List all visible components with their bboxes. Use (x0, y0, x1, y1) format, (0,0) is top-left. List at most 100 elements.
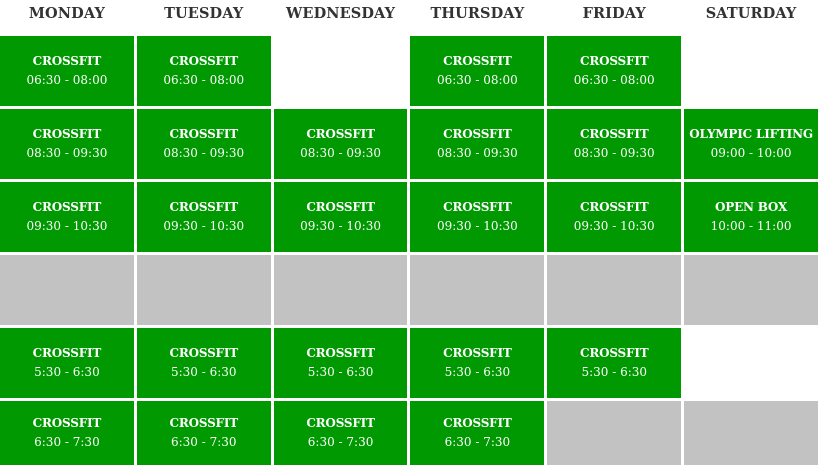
class-slot-monday[interactable]: CROSSFIT 08:30 - 09:30 (0, 109, 134, 179)
class-time: 5:30 - 6:30 (581, 365, 648, 379)
class-name: CROSSFIT (443, 416, 512, 430)
class-name: CROSSFIT (169, 127, 238, 141)
empty-slot-saturday (684, 36, 818, 106)
class-time: 10:00 - 11:00 (710, 219, 792, 233)
class-time: 06:30 - 08:00 (26, 73, 108, 87)
class-slot-tuesday[interactable]: CROSSFIT 09:30 - 10:30 (136, 182, 271, 252)
blocked-slot-monday (0, 255, 134, 325)
class-slot-tuesday[interactable]: CROSSFIT 08:30 - 09:30 (136, 109, 271, 179)
class-time: 09:30 - 10:30 (26, 219, 108, 233)
class-time: 5:30 - 6:30 (307, 365, 374, 379)
class-name: CROSSFIT (443, 200, 512, 214)
blocked-slot-wednesday (273, 255, 408, 325)
schedule-row: CROSSFIT 5:30 - 6:30 CROSSFIT 5:30 - 6:30 CR… (0, 328, 818, 398)
class-slot-friday[interactable]: CROSSFIT 06:30 - 08:00 (547, 36, 682, 106)
class-time: 6:30 - 7:30 (34, 435, 100, 449)
empty-slot-saturday (684, 328, 818, 398)
class-slot-saturday[interactable]: OLYMPIC LIFTING 09:00 - 10:00 (684, 109, 818, 179)
schedule-row (0, 255, 818, 325)
day-header-saturday: SATURDAY (705, 5, 797, 22)
class-time: 08:30 - 09:30 (163, 146, 245, 160)
blocked-slot-thursday (410, 255, 545, 325)
day-header-tuesday: TUESDAY (164, 5, 244, 22)
class-time: 08:30 - 09:30 (26, 146, 108, 160)
class-name: CROSSFIT (443, 54, 512, 68)
class-slot-wednesday[interactable]: CROSSFIT 08:30 - 09:30 (273, 109, 408, 179)
day-header-friday: FRIDAY (582, 5, 646, 22)
class-slot-friday[interactable]: CROSSFIT 5:30 - 6:30 (547, 328, 682, 398)
class-slot-wednesday[interactable]: CROSSFIT 6:30 - 7:30 (273, 401, 408, 465)
class-time: 09:30 - 10:30 (163, 219, 245, 233)
class-slot-wednesday[interactable]: CROSSFIT 5:30 - 6:30 (273, 328, 408, 398)
class-slot-thursday[interactable]: CROSSFIT 6:30 - 7:30 (410, 401, 545, 465)
class-slot-wednesday[interactable]: CROSSFIT 09:30 - 10:30 (273, 182, 408, 252)
class-time: 06:30 - 08:00 (163, 73, 245, 87)
class-name: CROSSFIT (579, 54, 649, 68)
blocked-slot-friday (547, 401, 682, 465)
schedule-row: CROSSFIT 08:30 - 09:30 CROSSFIT 08:30 - 09:… (0, 109, 818, 179)
schedule-row: CROSSFIT 6:30 - 7:30 CROSSFIT 6:30 - 7:30 CR… (0, 401, 818, 465)
class-name: CROSSFIT (579, 346, 649, 360)
class-slot-tuesday[interactable]: CROSSFIT 06:30 - 08:00 (136, 36, 271, 106)
class-time: 6:30 - 7:30 (444, 435, 511, 449)
class-name: CROSSFIT (32, 346, 102, 360)
class-time: 09:30 - 10:30 (436, 219, 518, 233)
class-name: CROSSFIT (32, 127, 102, 141)
class-slot-tuesday[interactable]: CROSSFIT 5:30 - 6:30 (136, 328, 271, 398)
class-time: 06:30 - 08:00 (573, 73, 655, 87)
class-name: OPEN BOX (715, 200, 788, 214)
blocked-slot-tuesday (136, 255, 271, 325)
class-time: 5:30 - 6:30 (34, 365, 100, 379)
class-name: CROSSFIT (443, 127, 512, 141)
class-name: CROSSFIT (32, 54, 102, 68)
blocked-slot-saturday (684, 255, 818, 325)
schedule-grid: CROSSFIT 06:30 - 08:00 CROSSFIT 06:30 - 08:… (0, 36, 818, 465)
day-header-wednesday: WEDNESDAY (286, 5, 396, 22)
class-name: CROSSFIT (306, 127, 375, 141)
class-time: 09:30 - 10:30 (573, 219, 655, 233)
class-time: 6:30 - 7:30 (170, 435, 237, 449)
class-name: CROSSFIT (306, 200, 375, 214)
class-name: CROSSFIT (579, 200, 649, 214)
class-name: CROSSFIT (579, 127, 649, 141)
class-slot-thursday[interactable]: CROSSFIT 09:30 - 10:30 (410, 182, 545, 252)
class-slot-monday[interactable]: CROSSFIT 09:30 - 10:30 (0, 182, 134, 252)
day-header-thursday: THURSDAY (430, 5, 525, 22)
class-name: CROSSFIT (169, 416, 238, 430)
class-slot-thursday[interactable]: CROSSFIT 06:30 - 08:00 (410, 36, 545, 106)
class-name: CROSSFIT (169, 346, 238, 360)
class-time: 09:30 - 10:30 (300, 219, 381, 233)
class-slot-friday[interactable]: CROSSFIT 08:30 - 09:30 (547, 109, 682, 179)
class-name: CROSSFIT (306, 346, 375, 360)
class-time: 08:30 - 09:30 (436, 146, 518, 160)
class-time: 6:30 - 7:30 (307, 435, 374, 449)
class-time: 09:00 - 10:00 (710, 146, 792, 160)
class-slot-thursday[interactable]: CROSSFIT 08:30 - 09:30 (410, 109, 545, 179)
class-slot-tuesday[interactable]: CROSSFIT 6:30 - 7:30 (136, 401, 271, 465)
class-slot-monday[interactable]: CROSSFIT 6:30 - 7:30 (0, 401, 134, 465)
class-time: 08:30 - 09:30 (300, 146, 381, 160)
class-slot-saturday[interactable]: OPEN BOX 10:00 - 11:00 (684, 182, 818, 252)
class-slot-monday[interactable]: CROSSFIT 5:30 - 6:30 (0, 328, 134, 398)
schedule-row: CROSSFIT 06:30 - 08:00 CROSSFIT 06:30 - 08:… (0, 36, 818, 106)
schedule-row: CROSSFIT 09:30 - 10:30 CROSSFIT 09:30 - 10:… (0, 182, 818, 252)
class-time: 5:30 - 6:30 (444, 365, 511, 379)
class-name: CROSSFIT (32, 200, 102, 214)
class-name: CROSSFIT (443, 346, 512, 360)
class-slot-monday[interactable]: CROSSFIT 06:30 - 08:00 (0, 36, 134, 106)
class-time: 06:30 - 08:00 (436, 73, 518, 87)
class-name: CROSSFIT (306, 416, 375, 430)
empty-slot-wednesday (273, 36, 408, 106)
day-header-row: MONDAY TUESDAY WEDNESDAY THURSDAY FRIDAY… (0, 0, 818, 36)
blocked-slot-friday (547, 255, 682, 325)
day-header-monday: MONDAY (28, 5, 105, 22)
blocked-slot-saturday (684, 401, 818, 465)
class-time: 08:30 - 09:30 (573, 146, 655, 160)
class-time: 5:30 - 6:30 (170, 365, 237, 379)
class-slot-friday[interactable]: CROSSFIT 09:30 - 10:30 (547, 182, 682, 252)
class-name: CROSSFIT (32, 416, 102, 430)
class-name: OLYMPIC LIFTING (689, 127, 813, 141)
class-name: CROSSFIT (169, 200, 238, 214)
class-slot-thursday[interactable]: CROSSFIT 5:30 - 6:30 (410, 328, 545, 398)
class-name: CROSSFIT (169, 54, 238, 68)
